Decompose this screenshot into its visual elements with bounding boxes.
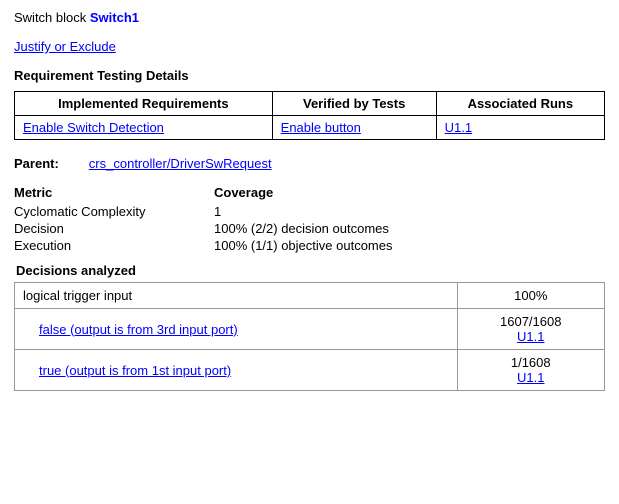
run-cell: U1.1 [436, 116, 604, 140]
col-header-requirements: Implemented Requirements [15, 92, 273, 116]
decision-label-0: logical trigger input [15, 283, 458, 309]
decision-label-link-1[interactable]: false (output is from 3rd input port) [39, 322, 238, 337]
metrics-header: Metric Coverage [14, 185, 605, 200]
decisions-title: Decisions analyzed [14, 263, 605, 278]
decision-value-2: 1/1608 U1.1 [457, 350, 605, 391]
req-link[interactable]: Enable Switch Detection [23, 120, 164, 135]
col-header-tests: Verified by Tests [272, 92, 436, 116]
decision-row-2: true (output is from 1st input port) 1/1… [15, 350, 605, 391]
metrics-col2-header: Coverage [214, 185, 273, 200]
decision-label-link-2[interactable]: true (output is from 1st input port) [39, 363, 231, 378]
metric-row-1: Decision 100% (2/2) decision outcomes [14, 221, 605, 236]
decision-value-0: 100% [457, 283, 605, 309]
metric-row-2: Execution 100% (1/1) objective outcomes [14, 238, 605, 253]
metric-value-2: 100% (1/1) objective outcomes [214, 238, 392, 253]
decision-count-1: 1607/1608 [500, 314, 561, 329]
metrics-col1-header: Metric [14, 185, 214, 200]
requirements-table: Implemented Requirements Verified by Tes… [14, 91, 605, 140]
decision-value-1: 1607/1608 U1.1 [457, 309, 605, 350]
parent-row: Parent: crs_controller/DriverSwRequest [14, 156, 605, 171]
decision-count-2: 1/1608 [511, 355, 551, 370]
parent-link[interactable]: crs_controller/DriverSwRequest [89, 156, 272, 171]
metrics-section: Metric Coverage Cyclomatic Complexity 1 … [14, 185, 605, 253]
title-prefix: Switch block [14, 10, 90, 25]
metric-label-2: Execution [14, 238, 214, 253]
test-link[interactable]: Enable button [281, 120, 361, 135]
col-header-runs: Associated Runs [436, 92, 604, 116]
run-link[interactable]: U1.1 [445, 120, 472, 135]
test-cell: Enable button [272, 116, 436, 140]
metric-value-1: 100% (2/2) decision outcomes [214, 221, 389, 236]
metric-row-0: Cyclomatic Complexity 1 [14, 204, 605, 219]
req-cell: Enable Switch Detection [15, 116, 273, 140]
metric-value-0: 1 [214, 204, 221, 219]
table-row: Enable Switch Detection Enable button U1… [15, 116, 605, 140]
metric-label-1: Decision [14, 221, 214, 236]
decision-row-1: false (output is from 3rd input port) 16… [15, 309, 605, 350]
page-title: Switch block Switch1 [14, 10, 605, 25]
decision-label-2: true (output is from 1st input port) [15, 350, 458, 391]
parent-label: Parent: [14, 156, 59, 171]
justify-exclude-link[interactable]: Justify or Exclude [14, 39, 116, 54]
decision-row-0: logical trigger input 100% [15, 283, 605, 309]
decision-label-1: false (output is from 3rd input port) [15, 309, 458, 350]
decision-sublink-1[interactable]: U1.1 [517, 329, 544, 344]
decision-sublink-2[interactable]: U1.1 [517, 370, 544, 385]
decisions-table: logical trigger input 100% false (output… [14, 282, 605, 391]
metric-label-0: Cyclomatic Complexity [14, 204, 214, 219]
section-title: Requirement Testing Details [14, 68, 605, 83]
switch-link[interactable]: Switch1 [90, 10, 139, 25]
